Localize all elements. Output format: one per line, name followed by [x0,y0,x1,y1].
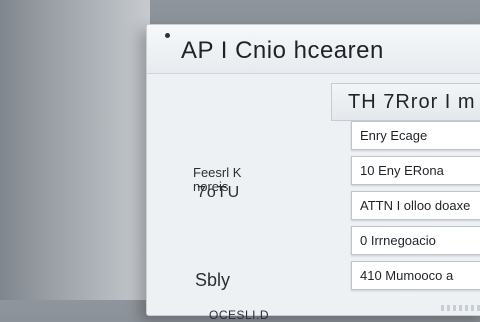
list-item-label: 10 Eny ERona [360,163,444,178]
title-bar[interactable]: AP I Cnio hcearen [147,25,480,74]
list-item-label: 0 Irrnegoacio [360,233,436,248]
panel-header: TH 7Rror I m [331,83,480,121]
window-title: AP I Cnio hcearen [181,37,384,64]
field-value-b: 7oTU [197,184,241,201]
field-label-c: Sbly [195,270,231,290]
list-item[interactable]: 410 Mumooco a [351,261,480,290]
resize-grip[interactable] [441,305,480,311]
desktop-background [0,0,150,300]
list-item-label: 410 Mumooco a [360,268,454,283]
app-window: AP I Cnio hcearen Feesrl K noreis 7oTU S… [146,24,480,322]
list-item[interactable]: ATTN I olloo doaxe [351,191,480,220]
list-item-label: Enry Ecage [360,128,428,143]
panel-header-label: TH 7Rror I m [348,91,476,113]
list-item[interactable]: 10 Eny ERona [351,156,480,185]
list-item-label: ATTN I olloo doaxe [360,198,471,213]
item-list: Enry Ecage 10 Eny ERona ATTN I olloo doa… [351,121,480,296]
left-panel: Feesrl K noreis 7oTU Sbly OCESLI.D [147,74,327,322]
window-control-dot[interactable] [165,33,170,38]
list-item[interactable]: Enry Ecage [351,121,480,150]
field-value-d: OCESLI.D [209,308,270,322]
list-item[interactable]: 0 Irrnegoacio [351,226,480,255]
